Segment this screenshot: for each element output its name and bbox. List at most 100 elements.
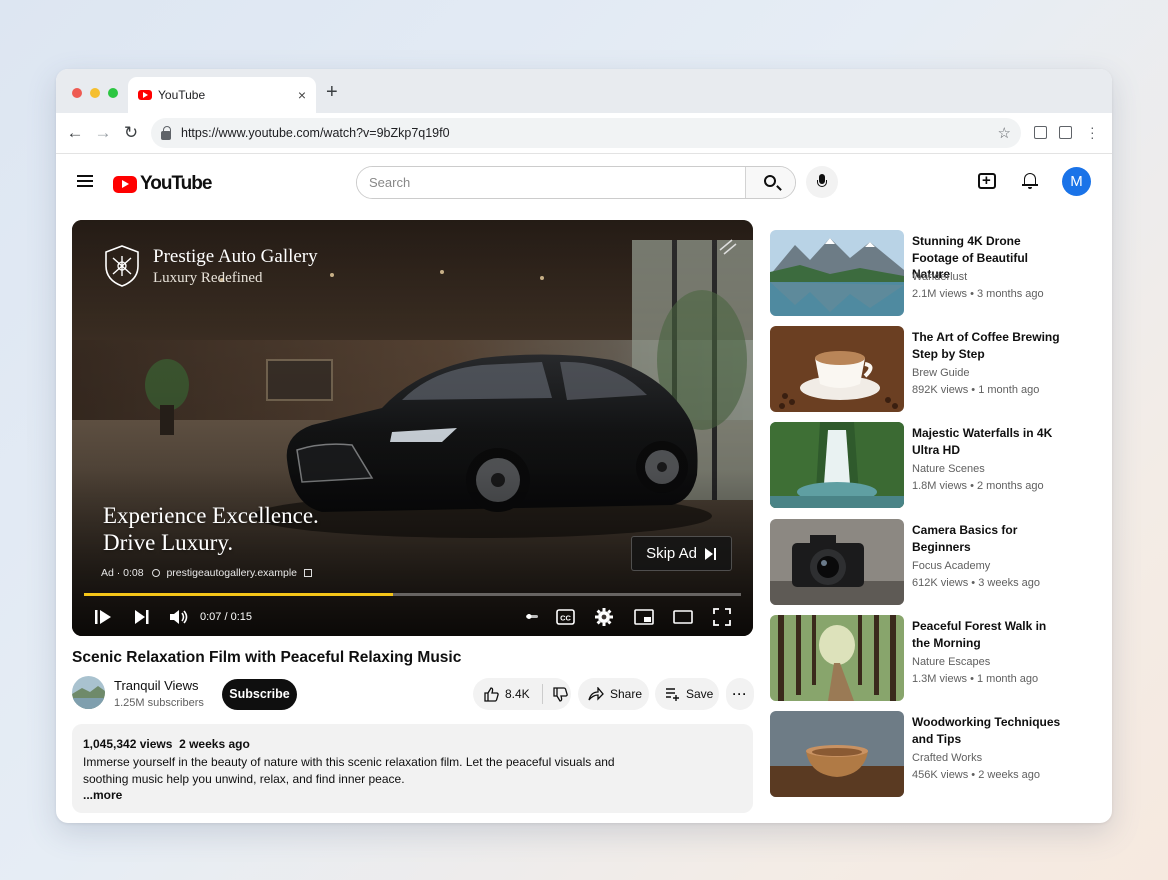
create-video-icon[interactable] <box>978 172 996 189</box>
extension-icon[interactable] <box>1034 126 1047 139</box>
fullscreen-icon[interactable] <box>713 608 731 626</box>
recommended-meta: 612K views • 3 weeks ago <box>912 577 1040 589</box>
minimize-window-button[interactable] <box>90 88 100 98</box>
recommended-channel[interactable]: Focus Academy <box>912 560 990 572</box>
save-playlist-icon <box>666 688 679 701</box>
recommended-channel[interactable]: Wanderlust <box>912 271 967 283</box>
ad-headline: Experience Excellence. Drive Luxury. <box>103 503 319 555</box>
url-text[interactable]: https://www.youtube.com/watch?v=9bZkp7q1… <box>181 126 998 140</box>
ad-label: Ad · 0:08 <box>101 567 144 579</box>
recommended-title[interactable]: Camera Basics for Beginners <box>912 522 1067 555</box>
channel-avatar[interactable] <box>72 676 105 709</box>
progress-bar[interactable] <box>84 593 741 596</box>
recommended-channel[interactable]: Nature Escapes <box>912 656 990 668</box>
time-display: 0:07 / 0:15 <box>200 611 252 623</box>
new-tab-button[interactable]: + <box>326 82 338 102</box>
user-avatar[interactable]: M <box>1062 167 1091 196</box>
bookmark-star-icon[interactable]: ☆ <box>998 124 1011 142</box>
volume-icon[interactable] <box>169 608 189 626</box>
close-window-button[interactable] <box>72 88 82 98</box>
thumbnail-forest-path[interactable] <box>770 615 904 701</box>
recommended-video[interactable]: Stunning 4K Drone Footage of Beautiful N… <box>770 230 1070 316</box>
ad-domain-link[interactable]: prestigeautogallery.example <box>166 567 297 579</box>
tab-close-icon[interactable]: × <box>298 87 306 103</box>
recommended-title[interactable]: Majestic Waterfalls in 4K Ultra HD <box>912 425 1067 458</box>
subscribe-button[interactable]: Subscribe <box>222 679 297 710</box>
recommended-video[interactable]: Peaceful Forest Walk in the Morning Natu… <box>770 615 1070 701</box>
progress-fill <box>84 593 393 596</box>
youtube-logo[interactable]: YouTube <box>113 173 212 195</box>
sidepanel-icon[interactable] <box>1059 126 1072 139</box>
next-icon[interactable] <box>134 608 150 626</box>
thumbnail-coffee-cup[interactable] <box>770 326 904 412</box>
video-player[interactable]: Prestige Auto Gallery Luxury Redefined E… <box>72 220 753 636</box>
svg-text:CC: CC <box>560 614 571 623</box>
external-link-icon[interactable] <box>303 569 312 577</box>
settings-gear-icon[interactable] <box>595 608 613 626</box>
theater-mode-icon[interactable] <box>673 610 693 624</box>
window-controls <box>72 88 118 98</box>
notifications-bell-icon[interactable] <box>1022 172 1038 189</box>
captions-icon[interactable]: CC <box>556 609 575 625</box>
back-arrow-icon[interactable]: ← <box>66 123 84 143</box>
tab-title: YouTube <box>158 88 206 102</box>
browser-tab[interactable]: YouTube × <box>128 77 316 113</box>
description-box[interactable]: 1,045,342 views 2 weeks ago Immerse your… <box>72 724 753 813</box>
thumbnail-mountain-lake[interactable] <box>770 230 904 316</box>
more-actions-icon[interactable]: ··· <box>726 678 754 710</box>
search-input[interactable] <box>357 167 745 198</box>
recommended-channel[interactable]: Brew Guide <box>912 367 969 379</box>
advertiser-tagline: Luxury Redefined <box>153 269 263 286</box>
thumbnail-waterfall[interactable] <box>770 422 904 508</box>
advertiser-name: Prestige Auto Gallery <box>153 245 318 267</box>
share-button[interactable]: Share <box>578 678 649 710</box>
tab-strip: YouTube × + <box>56 69 1112 113</box>
browser-menu-icon[interactable]: · · · <box>1090 120 1095 144</box>
thumbs-down-icon[interactable] <box>553 686 568 702</box>
info-circle-icon[interactable] <box>151 569 160 577</box>
recommended-channel[interactable]: Crafted Works <box>912 752 982 764</box>
thumbnail-wooden-bowl[interactable] <box>770 711 904 797</box>
player-controls: 0:07 / 0:15 CC <box>72 600 753 636</box>
ad-info: Ad · 0:08 prestigeautogallery.example <box>101 567 312 579</box>
search-icon <box>764 175 776 187</box>
recommended-meta: 456K views • 2 weeks ago <box>912 769 1040 781</box>
recommended-video[interactable]: Camera Basics for Beginners Focus Academ… <box>770 519 1070 605</box>
miniplayer-icon[interactable] <box>634 609 654 625</box>
youtube-header: YouTube M <box>56 154 1112 210</box>
reload-icon[interactable]: ↻ <box>122 123 140 143</box>
maximize-window-button[interactable] <box>108 88 118 98</box>
recommended-meta: 1.3M views • 1 month ago <box>912 673 1039 685</box>
save-button[interactable]: Save <box>655 678 719 710</box>
youtube-play-icon <box>113 175 137 193</box>
advertiser-brand: Prestige Auto Gallery Luxury Redefined <box>104 244 318 288</box>
forward-arrow-icon[interactable]: → <box>94 123 112 143</box>
thumbnail-camera[interactable] <box>770 519 904 605</box>
recommended-meta: 2.1M views • 3 months ago <box>912 288 1044 300</box>
like-count[interactable]: 8.4K <box>505 687 530 701</box>
omnibox[interactable]: https://www.youtube.com/watch?v=9bZkp7q1… <box>151 118 1021 148</box>
recommended-title[interactable]: Woodworking Techniques and Tips <box>912 714 1067 747</box>
recommended-title[interactable]: Peaceful Forest Walk in the Morning <box>912 618 1067 651</box>
recommended-video[interactable]: Majestic Waterfalls in 4K Ultra HD Natur… <box>770 422 1070 508</box>
recommended-meta: 1.8M views • 2 months ago <box>912 480 1044 492</box>
video-title: Scenic Relaxation Film with Peaceful Rel… <box>72 649 462 666</box>
skip-ad-button[interactable]: Skip Ad <box>631 536 732 571</box>
recommended-title[interactable]: The Art of Coffee Brewing Step by Step <box>912 329 1067 362</box>
play-pause-icon[interactable] <box>94 608 112 626</box>
show-more-link[interactable]: ...more <box>83 788 742 802</box>
recommended-video[interactable]: Woodworking Techniques and Tips Crafted … <box>770 711 1070 797</box>
thumbs-up-icon[interactable] <box>484 686 499 702</box>
recommended-video[interactable]: The Art of Coffee Brewing Step by Step B… <box>770 326 1070 412</box>
channel-name[interactable]: Tranquil Views <box>114 678 199 693</box>
description-text: Immerse yourself in the beauty of nature… <box>83 755 615 786</box>
view-stats: 1,045,342 views 2 weeks ago <box>83 737 250 751</box>
search-button[interactable] <box>745 167 795 198</box>
browser-window: YouTube × + ← → ↻ https://www.youtube.co… <box>56 69 1112 823</box>
hamburger-menu-icon[interactable] <box>77 175 93 187</box>
recommended-channel[interactable]: Nature Scenes <box>912 463 985 475</box>
share-arrow-icon <box>588 687 604 701</box>
search-box <box>356 166 796 199</box>
voice-search-button[interactable] <box>806 166 838 198</box>
autoplay-toggle-icon[interactable] <box>526 613 538 621</box>
